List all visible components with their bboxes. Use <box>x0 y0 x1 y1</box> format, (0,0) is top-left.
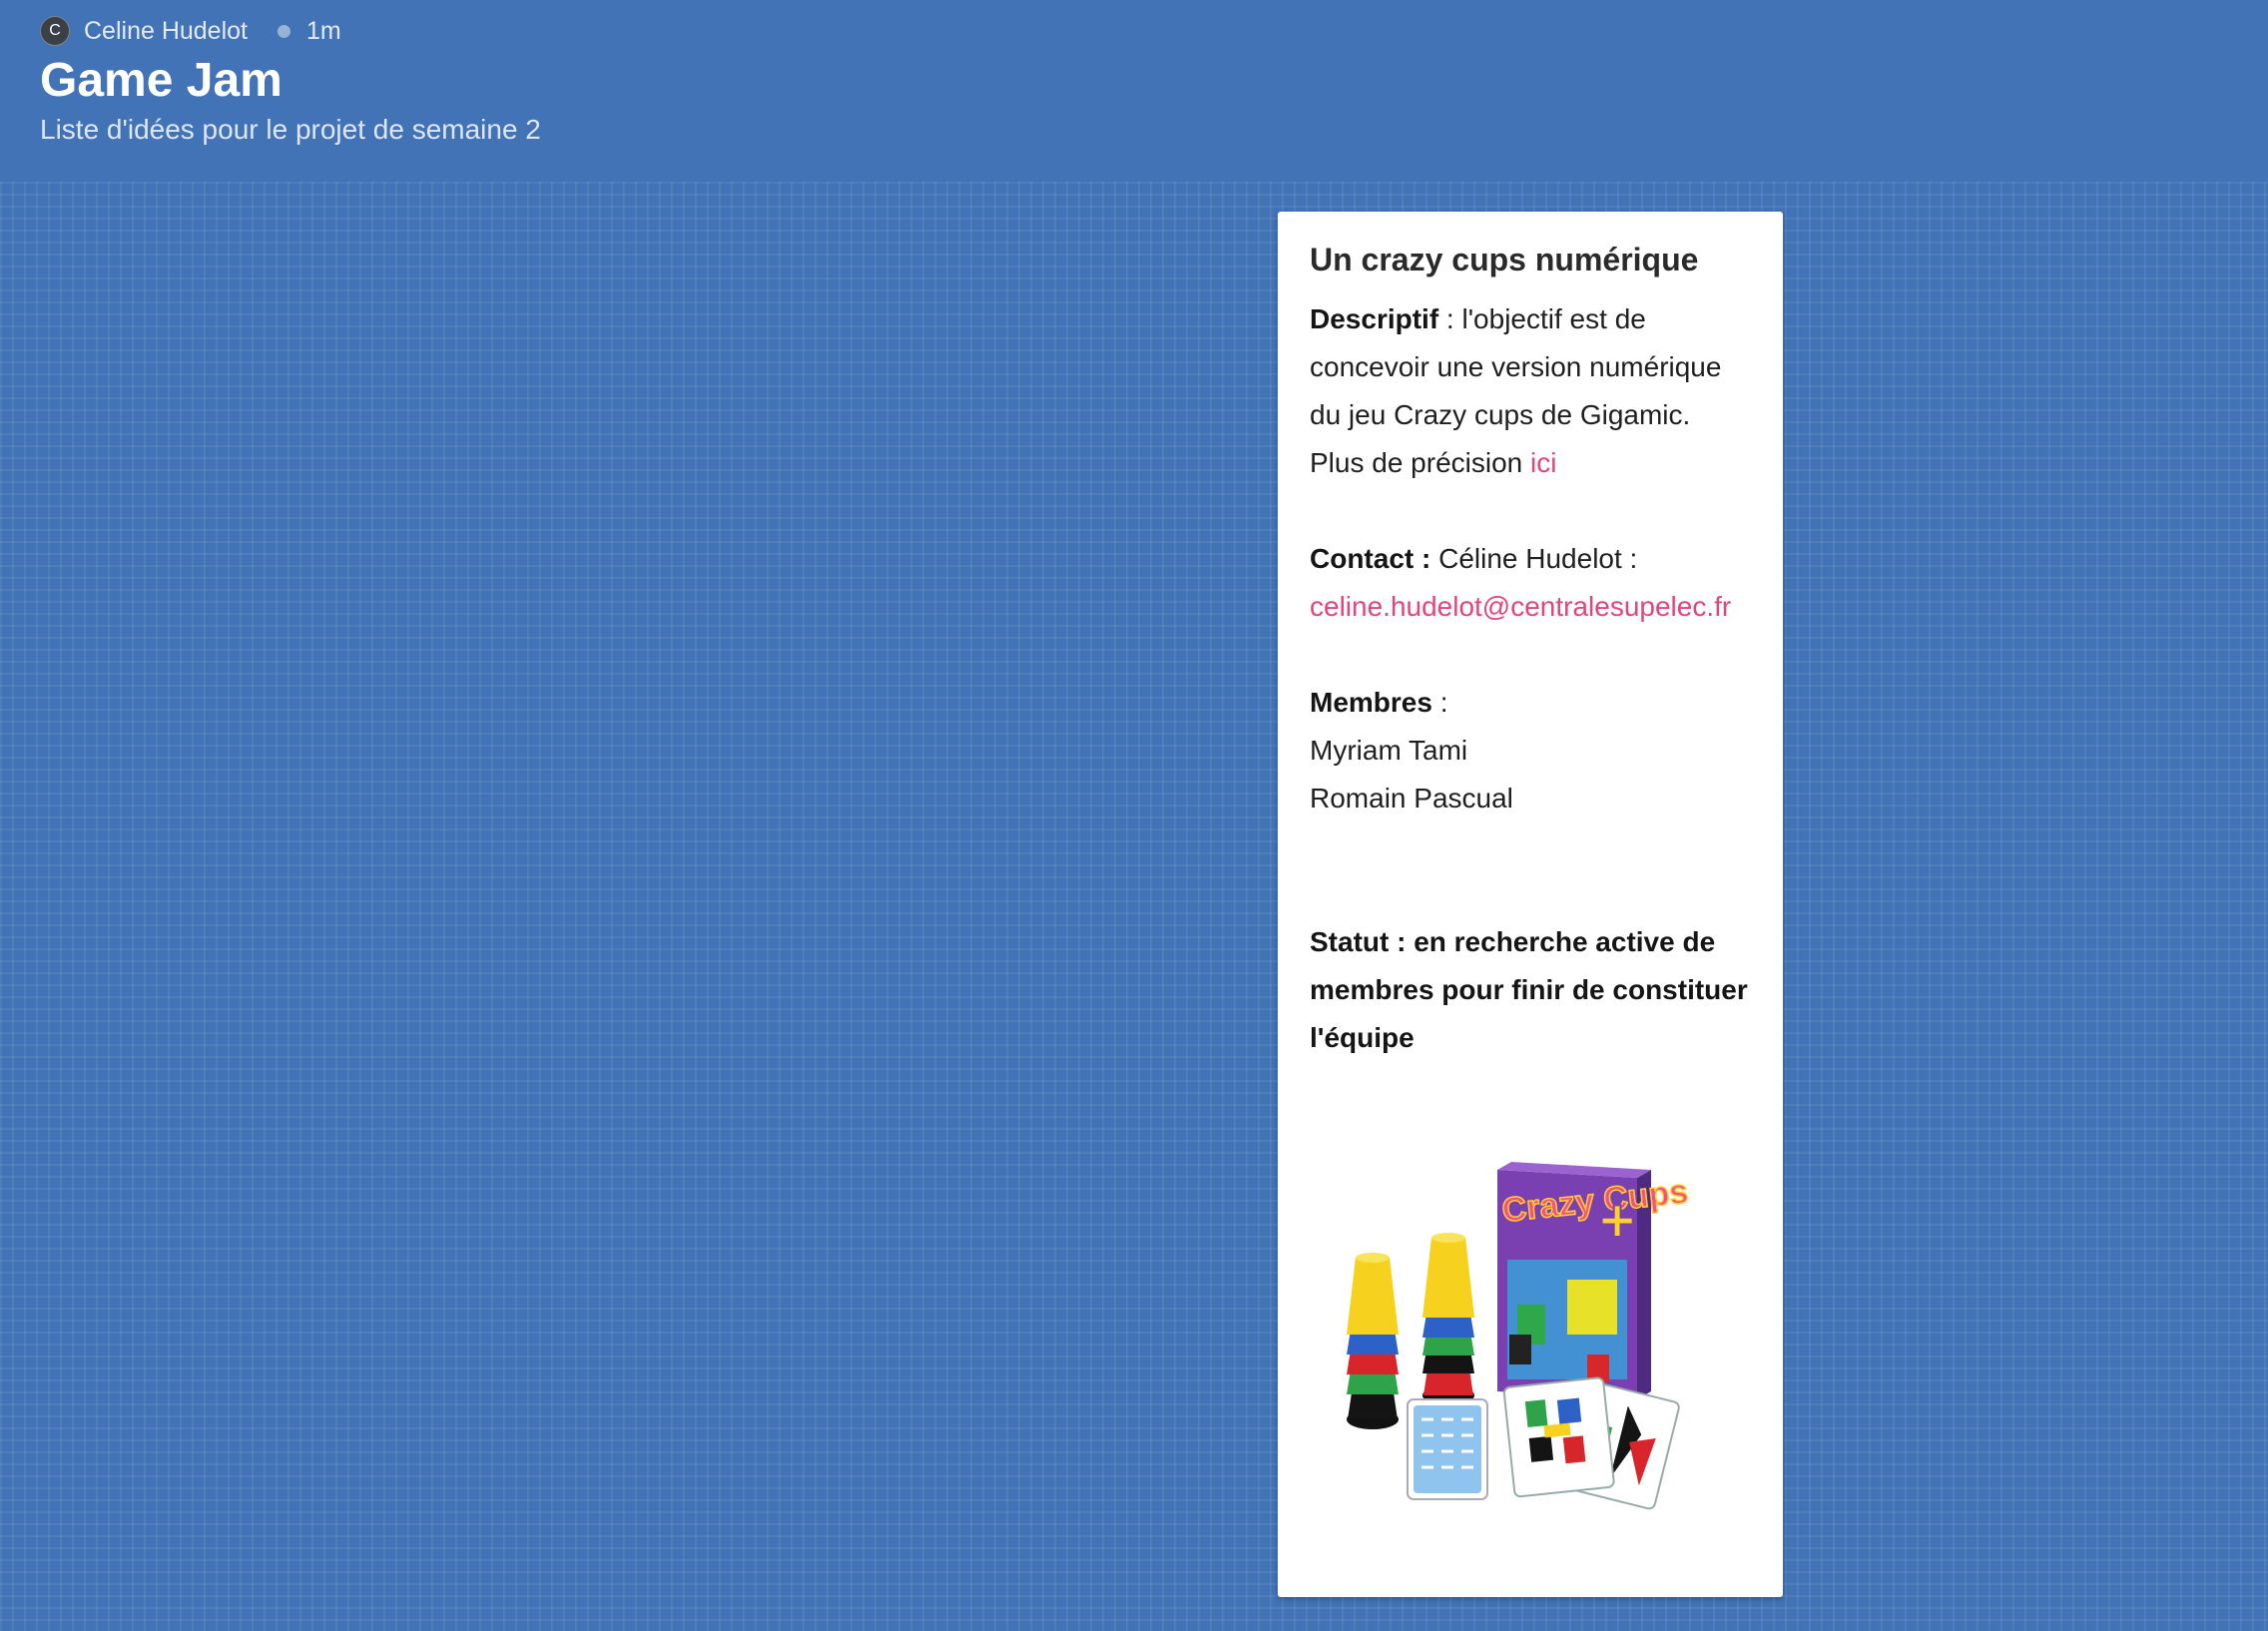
game-box-icon: Crazy Cups + <box>1497 1162 1691 1399</box>
post-header: C Celine Hudelot 1m Game Jam Liste d'idé… <box>0 0 2268 182</box>
page-title: Game Jam <box>40 54 283 107</box>
board-canvas[interactable] <box>0 182 2268 1631</box>
status-text: Statut : en recherche active de membres … <box>1310 926 1748 1053</box>
post-card[interactable]: Un crazy cups numérique Descriptif : l'o… <box>1278 212 1783 1597</box>
card-title: Un crazy cups numérique <box>1310 242 1699 277</box>
members-label: Membres <box>1310 687 1432 718</box>
avatar[interactable]: C <box>40 16 70 46</box>
members-paragraph: Membres : Myriam Tami Romain Pascual <box>1310 679 1751 822</box>
details-link[interactable]: ici <box>1530 447 1556 478</box>
member-item: Romain Pascual <box>1310 783 1513 814</box>
playing-cards-icon <box>1502 1376 1680 1510</box>
contact-name: Céline Hudelot : <box>1430 543 1638 574</box>
members-suffix: : <box>1431 687 1448 718</box>
card-deck-icon <box>1407 1398 1488 1500</box>
contact-email-link[interactable]: celine.hudelot@centralesupelec.fr <box>1310 591 1731 622</box>
box-logo-plus: + <box>1599 1187 1635 1256</box>
post-time: 1m <box>306 16 341 45</box>
contact-label: Contact : <box>1310 543 1431 574</box>
description-label: Descriptif <box>1310 303 1439 334</box>
separator-dot-icon <box>278 24 290 38</box>
description-paragraph: Descriptif : l'objectif est de concevoir… <box>1310 295 1751 487</box>
crazy-cups-product-image: Crazy Cups + <box>1347 1162 1691 1510</box>
status-paragraph: Statut : en recherche active de membres … <box>1310 918 1751 1062</box>
member-item: Myriam Tami <box>1310 735 1468 766</box>
page-subtitle: Liste d'idées pour le projet de semaine … <box>40 114 541 145</box>
contact-paragraph: Contact : Céline Hudelot : celine.hudelot… <box>1310 535 1751 631</box>
post-meta: C Celine Hudelot 1m <box>40 16 341 46</box>
card-body: Descriptif : l'objectif est de concevoir… <box>1310 295 1751 1062</box>
author-name[interactable]: Celine Hudelot <box>84 17 248 46</box>
